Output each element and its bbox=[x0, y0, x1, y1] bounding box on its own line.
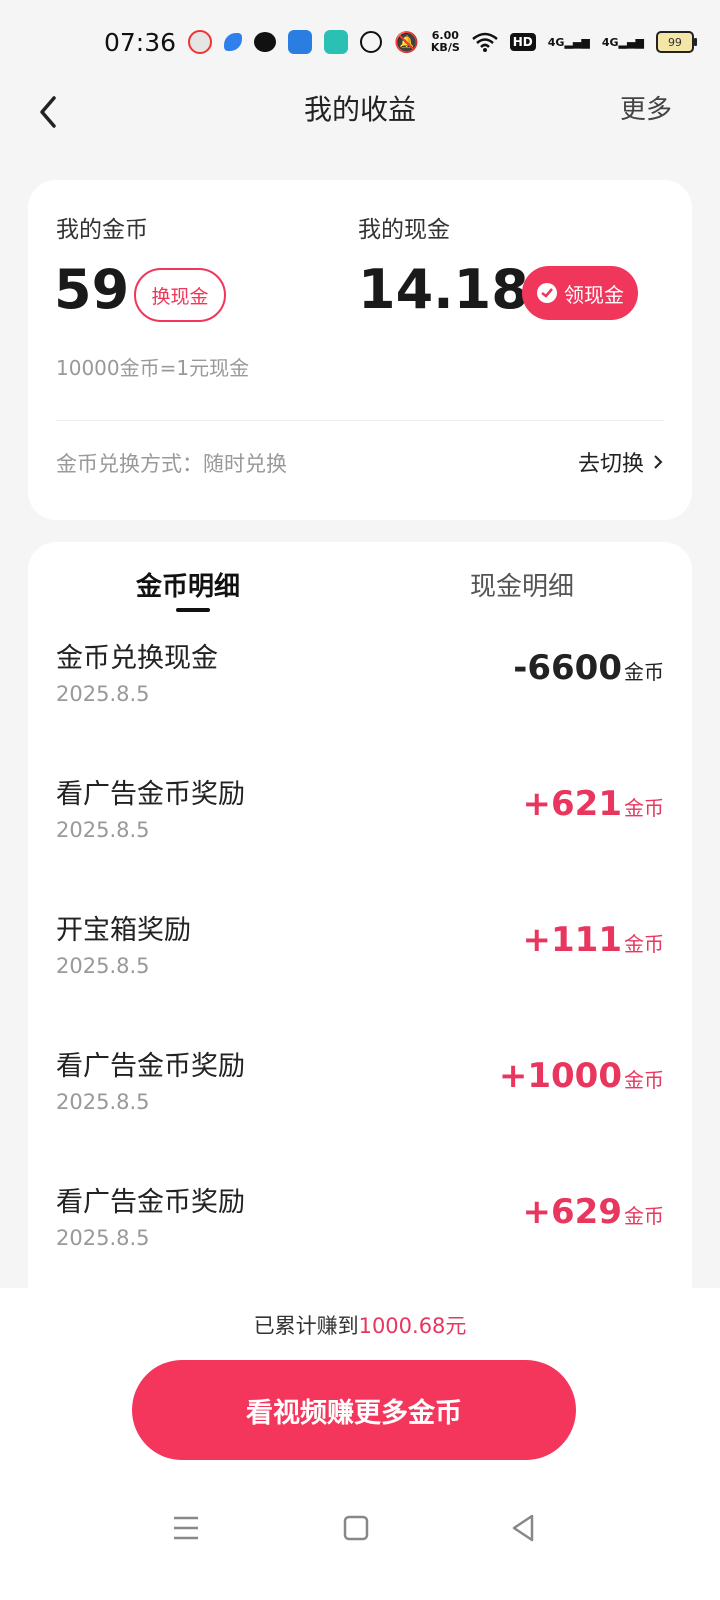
mute-icon: 🔕 bbox=[394, 30, 419, 54]
signal-2-icon: 4G▂▄▆ bbox=[601, 35, 644, 49]
record-amount: +1000 金币 bbox=[498, 1056, 664, 1096]
record-amount: +629 金币 bbox=[522, 1192, 664, 1232]
cash-value: 14.18 bbox=[358, 258, 529, 321]
status-icons: 🔕 6.00 KB/S HD 4G▂▄▆ 4G▂▄▆ 99 bbox=[188, 29, 697, 54]
map-app-icon bbox=[188, 30, 212, 54]
total-earned: 已累计赚到1000.68元 bbox=[253, 1314, 467, 1338]
list-item: 开宝箱奖励 2025.8.5 +111 金币 bbox=[28, 908, 692, 1044]
cash-label: 我的现金 bbox=[358, 217, 450, 243]
record-amount: -6600 金币 bbox=[513, 648, 664, 688]
back-icon[interactable] bbox=[504, 1508, 544, 1548]
record-title: 看广告金币奖励 bbox=[56, 1187, 245, 1218]
total-earned-value: 1000.68元 bbox=[358, 1314, 467, 1338]
files-app-icon bbox=[288, 30, 312, 54]
message-app-icon bbox=[324, 30, 348, 54]
coins-label: 我的金币 bbox=[56, 217, 148, 243]
alarm-icon bbox=[360, 31, 382, 53]
switch-label: 去切换 bbox=[577, 452, 644, 477]
status-time: 07:36 bbox=[104, 28, 177, 57]
net-speed: 6.00 KB/S bbox=[430, 29, 460, 54]
exchange-cash-label: 换现金 bbox=[151, 285, 209, 308]
list-item: 看广告金币奖励 2025.8.5 +621 金币 bbox=[28, 772, 692, 908]
divider bbox=[56, 420, 664, 421]
record-date: 2025.8.5 bbox=[56, 1226, 150, 1250]
record-title: 看广告金币奖励 bbox=[56, 1051, 245, 1082]
exchange-cash-button[interactable]: 换现金 bbox=[134, 268, 226, 322]
tab-coin-detail[interactable]: 金币明细 bbox=[136, 566, 240, 603]
record-date: 2025.8.5 bbox=[56, 682, 150, 706]
wifi-icon bbox=[471, 32, 498, 52]
coins-value: 59 bbox=[54, 258, 130, 321]
exchange-method: 金币兑换方式：随时兑换 bbox=[56, 452, 287, 476]
record-date: 2025.8.5 bbox=[56, 954, 150, 978]
list-item: 看广告金币奖励 2025.8.5 +1000 金币 bbox=[28, 1044, 692, 1180]
battery-icon: 99 bbox=[655, 31, 697, 53]
list-item: 金币兑换现金 2025.8.5 -6600 金币 bbox=[28, 636, 692, 772]
wallet-icon bbox=[537, 283, 557, 303]
exchange-rate: 10000金币=1元现金 bbox=[56, 356, 250, 380]
bottom-panel: 已累计赚到1000.68元 看视频赚更多金币 bbox=[0, 1288, 720, 1600]
status-bar: 07:36 🔕 6.00 KB/S HD 4G▂▄▆ 4G▂▄▆ 99 bbox=[0, 0, 720, 88]
tab-cash-detail[interactable]: 现金明细 bbox=[470, 566, 574, 603]
system-nav-bar bbox=[0, 1498, 720, 1558]
more-button[interactable]: 更多 bbox=[620, 88, 672, 132]
record-date: 2025.8.5 bbox=[56, 818, 150, 842]
hd-voice-icon: HD bbox=[509, 33, 536, 51]
page-title: 我的收益 bbox=[303, 93, 416, 126]
withdraw-cash-button[interactable]: 领现金 bbox=[522, 266, 638, 320]
record-amount: +621 金币 bbox=[522, 784, 664, 824]
record-title: 看广告金币奖励 bbox=[56, 779, 245, 810]
switch-method-link[interactable]: 去切换 bbox=[578, 446, 664, 478]
record-title: 开宝箱奖励 bbox=[56, 915, 191, 946]
record-title: 金币兑换现金 bbox=[56, 643, 218, 674]
details-card: 金币明细 现金明细 金币兑换现金 2025.8.5 -6600 金币 看广告金币奖… bbox=[28, 542, 692, 1322]
withdraw-cash-label: 领现金 bbox=[564, 282, 624, 307]
record-amount: +111 金币 bbox=[522, 920, 664, 960]
signal-1-icon: 4G▂▄▆ bbox=[547, 35, 590, 49]
menu-icon[interactable] bbox=[166, 1508, 206, 1548]
watch-video-button[interactable]: 看视频赚更多金币 bbox=[132, 1360, 576, 1460]
feather-app-icon bbox=[224, 33, 242, 51]
home-icon[interactable] bbox=[336, 1508, 376, 1548]
active-tab-indicator bbox=[176, 608, 210, 612]
wechat-icon bbox=[254, 32, 276, 52]
header: 我的收益 更多 bbox=[0, 88, 720, 160]
chevron-right-icon bbox=[654, 455, 663, 469]
balance-card: 我的金币 59 换现金 我的现金 14.18 领现金 10000金币=1元现金 … bbox=[28, 180, 692, 520]
record-date: 2025.8.5 bbox=[56, 1090, 150, 1114]
